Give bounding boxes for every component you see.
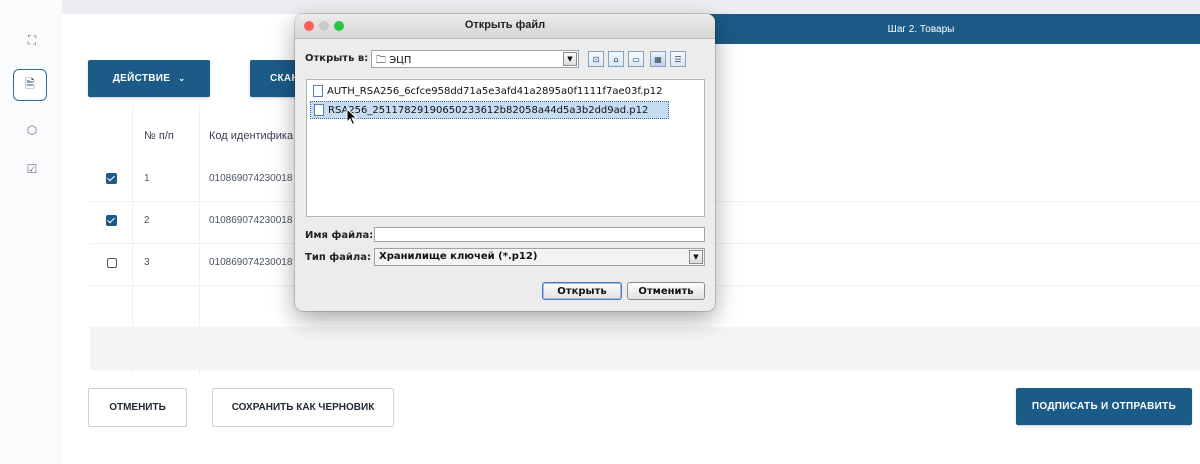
chevron-down-icon[interactable]: ▼	[563, 52, 577, 66]
file-icon	[313, 85, 323, 97]
row-checkbox[interactable]	[107, 258, 117, 268]
stepper-top-strip	[62, 0, 1200, 14]
step-2-label: Шаг 2. Товары	[887, 23, 955, 35]
up-folder-icon[interactable]: ⊡	[588, 51, 604, 67]
list-view-icon[interactable]: ▦	[650, 51, 666, 67]
open-button[interactable]: Открыть	[542, 282, 622, 300]
filetype-value: Хранилище ключей (*.p12)	[379, 251, 538, 262]
scan-button[interactable]: СКАН	[250, 60, 299, 97]
dialog-cancel-label: Отменить	[638, 285, 694, 297]
chevron-down-icon: ⌄	[178, 74, 186, 83]
file-list[interactable]: AUTH_RSA256_6cfce958dd71a5e3afd41a2895a0…	[306, 79, 705, 217]
row-number: 2	[144, 215, 150, 226]
filetype-select[interactable]: Хранилище ключей (*.p12) ▼	[374, 248, 705, 266]
folder-icon: 🗀	[376, 55, 386, 66]
look-in-select[interactable]: 🗀 ЭЦП ▼	[371, 50, 579, 68]
row-checkbox[interactable]	[106, 215, 117, 226]
row-code: 010869074230018	[209, 215, 293, 226]
filetype-label: Тип файла:	[305, 252, 371, 263]
table-row-empty	[90, 327, 1200, 370]
expand-icon[interactable]: ⛶	[24, 32, 40, 48]
sign-and-send-button[interactable]: ПОДПИСАТЬ И ОТПРАВИТЬ	[1016, 388, 1192, 425]
header-number: № п/п	[144, 130, 174, 142]
home-folder-icon[interactable]: ⌂	[608, 51, 624, 67]
file-icon	[314, 104, 324, 116]
look-in-label: Открыть в:	[305, 53, 369, 64]
file-name: RSA256_2511782919065023361​2b82058a44d5a…	[328, 104, 649, 116]
details-view-icon[interactable]: ☰	[670, 51, 686, 67]
cancel-label: ОТМЕНИТЬ	[109, 402, 166, 413]
box-icon[interactable]: ⬡	[24, 122, 40, 138]
row-code: 010869074230018	[209, 257, 293, 268]
row-number: 3	[144, 257, 150, 268]
filename-input[interactable]	[374, 227, 705, 242]
action-label: ДЕЙСТВИЕ	[112, 73, 171, 84]
document-icon[interactable]: 🗎	[13, 69, 47, 101]
cancel-button[interactable]: ОТМЕНИТЬ	[88, 388, 187, 427]
sign-and-send-label: ПОДПИСАТЬ И ОТПРАВИТЬ	[1031, 401, 1177, 412]
row-checkbox[interactable]	[106, 173, 117, 184]
open-file-dialog: Открыть файл Открыть в: 🗀 ЭЦП ▼ ⊡ ⌂ ▭ ▦ …	[295, 14, 715, 311]
action-dropdown-button[interactable]: ДЕЙСТВИЕ ⌄	[88, 60, 210, 97]
step-2-tab[interactable]: Шаг 2. Товары	[642, 14, 1200, 44]
file-name: AUTH_RSA256_6cfce958dd71a5e3afd41a2895a0…	[327, 85, 663, 97]
save-draft-button[interactable]: СОХРАНИТЬ КАК ЧЕРНОВИК	[212, 388, 394, 427]
row-number: 1	[144, 173, 150, 184]
mouse-pointer-icon	[346, 108, 358, 126]
save-draft-label: СОХРАНИТЬ КАК ЧЕРНОВИК	[231, 402, 375, 413]
dialog-cancel-button[interactable]: Отменить	[627, 282, 705, 300]
row-code: 010869074230018	[209, 173, 293, 184]
dialog-title: Открыть файл	[464, 19, 546, 31]
dialog-titlebar: Открыть файл	[295, 14, 715, 39]
new-folder-icon[interactable]: ▭	[628, 51, 644, 67]
list-item-selected[interactable]: RSA256_2511782919065023361​2b82058a44d5a…	[310, 101, 669, 119]
chevron-down-icon[interactable]: ▼	[689, 250, 703, 264]
list-item[interactable]: AUTH_RSA256_6cfce958dd71a5e3afd41a2895a0…	[310, 83, 690, 99]
left-rail: ⛶ 🗎 ⬡ ☑	[0, 0, 63, 464]
filename-label: Имя файла:	[305, 230, 374, 241]
look-in-value: ЭЦП	[389, 55, 412, 66]
header-code: Код идентифика	[209, 130, 294, 142]
check-square-icon[interactable]: ☑	[24, 161, 40, 177]
open-label: Открыть	[557, 285, 607, 297]
